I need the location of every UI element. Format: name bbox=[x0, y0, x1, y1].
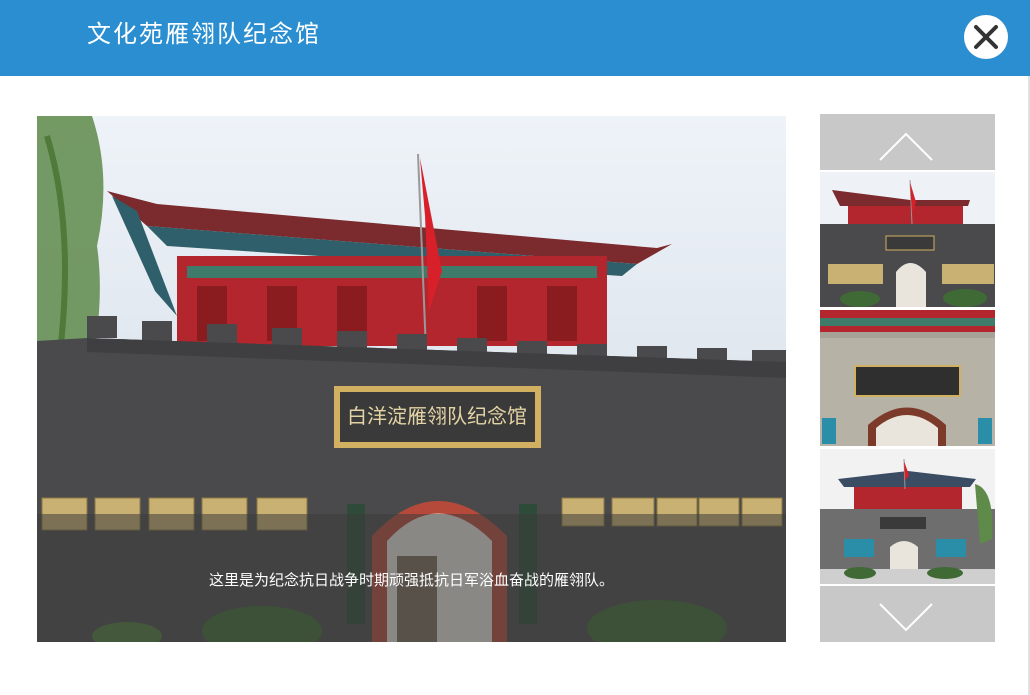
photo-caption: 这里是为纪念抗日战争时期顽强抵抗日军浴血奋战的雁翎队。 bbox=[208, 571, 614, 589]
museum-wide-thumbnail[interactable] bbox=[820, 449, 995, 584]
close-icon bbox=[974, 25, 998, 49]
dialog-header: 文化苑雁翎队纪念馆 bbox=[0, 0, 1030, 76]
thumbnail-strip bbox=[820, 114, 995, 642]
main-photo: 白洋淀雁翎队纪念馆 这里是为纪念抗日战争时期顽强抵抗日军浴血奋战的雁翎队。 bbox=[37, 116, 786, 642]
museum-front-image bbox=[820, 172, 995, 307]
close-button[interactable] bbox=[964, 15, 1008, 59]
museum-wide-image bbox=[820, 449, 995, 584]
prev-thumbnail-button[interactable] bbox=[820, 114, 995, 170]
next-thumbnail-button[interactable] bbox=[820, 586, 995, 642]
museum-front-thumbnail[interactable] bbox=[820, 172, 995, 307]
dialog-title: 文化苑雁翎队纪念馆 bbox=[87, 20, 321, 48]
museum-sign-thumbnail[interactable] bbox=[820, 310, 995, 446]
sign-text: 白洋淀雁翎队纪念馆 bbox=[347, 404, 527, 428]
museum-sign-image bbox=[820, 310, 995, 446]
chevron-up-icon bbox=[879, 132, 933, 161]
chevron-down-icon bbox=[879, 603, 933, 632]
